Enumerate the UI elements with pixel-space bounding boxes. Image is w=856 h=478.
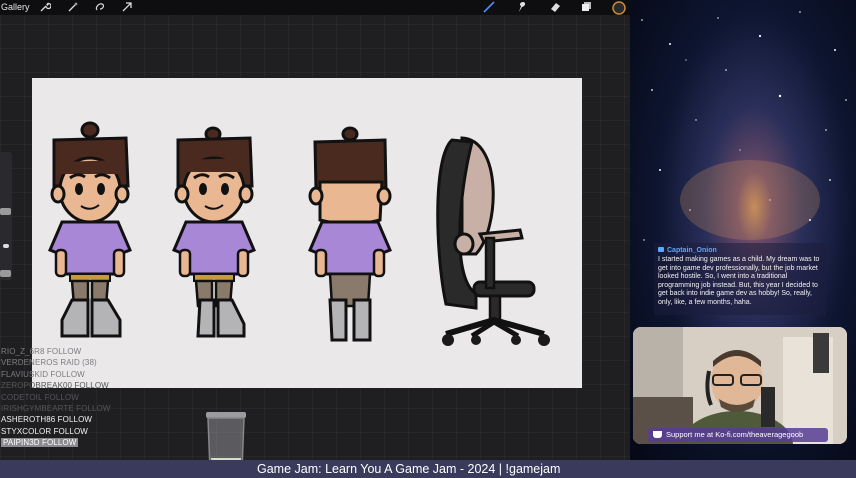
character-back bbox=[308, 126, 392, 342]
chat-message-text: I started making games as a child. My dr… bbox=[658, 256, 820, 306]
event-row: ASHEROTH86 FOLLOW bbox=[1, 415, 93, 425]
opacity-knob[interactable] bbox=[0, 270, 11, 277]
drawing-app: Gallery RIO_Z_6R8 FOLLOW VERDENEROS RAID… bbox=[0, 0, 630, 471]
stream-events-list: RIO_Z_6R8 FOLLOW VERDENEROS RAID (38) FL… bbox=[1, 346, 121, 449]
chat-badge-icon bbox=[658, 247, 664, 252]
magic-wand-icon[interactable] bbox=[66, 1, 80, 13]
chat-author: Captain_Onion bbox=[658, 246, 822, 255]
webcam-feed bbox=[633, 327, 847, 444]
event-row: CODETOIL FOLLOW bbox=[1, 392, 79, 402]
event-row: ZEROPOBREAK00 FOLLOW bbox=[1, 381, 109, 391]
wrench-icon[interactable] bbox=[38, 1, 52, 13]
kofi-banner[interactable]: Support me at Ko-fi.com/theaveragegoob bbox=[648, 428, 828, 442]
eraser-icon[interactable] bbox=[548, 1, 562, 13]
layers-icon[interactable] bbox=[580, 1, 594, 13]
event-row-latest: PAIPIN3D FOLLOW bbox=[1, 438, 79, 448]
brush-icon[interactable] bbox=[482, 1, 496, 13]
event-row: STYXCOLOR FOLLOW bbox=[1, 426, 88, 436]
modify-button[interactable] bbox=[3, 244, 9, 248]
character-front-1 bbox=[48, 121, 132, 338]
chat-message-card: Captain_Onion I started making games as … bbox=[654, 243, 826, 315]
brush-size-knob[interactable] bbox=[0, 208, 11, 215]
office-chair bbox=[436, 136, 550, 346]
gallery-button[interactable]: Gallery bbox=[1, 1, 30, 13]
character-front-2 bbox=[172, 126, 256, 338]
brush-size-slider[interactable] bbox=[0, 152, 12, 280]
selection-icon[interactable] bbox=[93, 1, 107, 13]
color-swatch-icon[interactable] bbox=[612, 1, 626, 15]
transform-arrow-icon[interactable] bbox=[120, 1, 134, 13]
character-drawings bbox=[48, 121, 550, 346]
ticker-text: Game Jam: Learn You A Game Jam - 2024 | … bbox=[257, 462, 561, 476]
stream-ticker-bar: Game Jam: Learn You A Game Jam - 2024 | … bbox=[0, 460, 856, 478]
event-row: FLAVIUSKID FOLLOW bbox=[1, 369, 85, 379]
event-row: IRISHGYMBEARTE FOLLOW bbox=[1, 404, 111, 414]
event-row: VERDENEROS RAID (38) bbox=[1, 358, 97, 368]
drawing-canvas[interactable] bbox=[32, 78, 582, 388]
coffee-cup-icon bbox=[653, 431, 662, 438]
app-toolbar: Gallery bbox=[0, 0, 630, 15]
event-row: RIO_Z_6R8 FOLLOW bbox=[1, 347, 82, 356]
smudge-icon[interactable] bbox=[514, 1, 528, 13]
